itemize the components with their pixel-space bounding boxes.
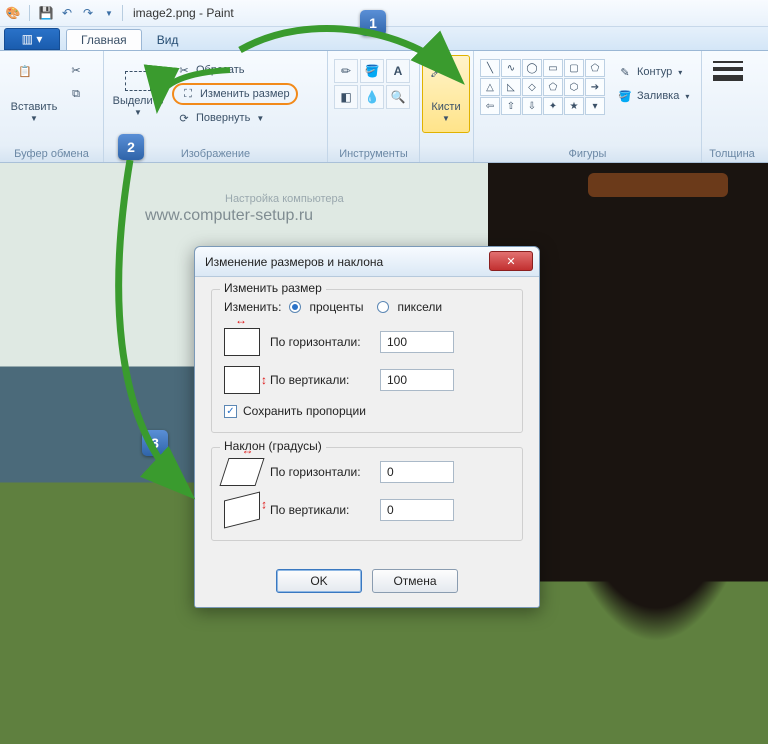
skew-h-input[interactable]: 0 xyxy=(380,461,454,483)
select-icon xyxy=(125,71,151,91)
resize-v-icon xyxy=(224,366,260,394)
shape-rect[interactable]: ▭ xyxy=(543,59,563,77)
shape-line[interactable]: ╲ xyxy=(480,59,500,77)
quick-access-toolbar: 🎨 💾 ↶ ↷ ▼ xyxy=(4,4,118,22)
group-brushes: 🖌 Кисти ▼ xyxy=(420,51,474,162)
resize-v-input[interactable]: 100 xyxy=(380,369,454,391)
radio-pixels-label: пиксели xyxy=(397,300,442,314)
select-button[interactable]: Выделить ▼ xyxy=(110,55,166,133)
dialog-titlebar[interactable]: Изменение размеров и наклона ✕ xyxy=(195,247,539,277)
crop-icon: ✂ xyxy=(176,62,192,78)
callout-1: 1 xyxy=(360,10,386,36)
outline-icon: ✎ xyxy=(617,64,633,80)
qat-dropdown-icon[interactable]: ▼ xyxy=(100,4,118,22)
shape-star5[interactable]: ★ xyxy=(564,97,584,115)
crop-button[interactable]: ✂Обрезать xyxy=(172,59,298,81)
shape-fill-button[interactable]: 🪣Заливка▾ xyxy=(613,85,693,107)
resize-dialog: Изменение размеров и наклона ✕ Изменить … xyxy=(194,246,540,608)
cut-button[interactable]: ✂ xyxy=(64,59,88,81)
copy-button[interactable]: ⧉ xyxy=(64,83,88,105)
redo-icon[interactable]: ↷ xyxy=(79,4,97,22)
rotate-icon: ⟳ xyxy=(176,110,192,126)
size-button[interactable] xyxy=(708,55,748,81)
zoom-tool[interactable]: 🔍 xyxy=(386,85,410,109)
skew-v-label: По вертикали: xyxy=(270,503,370,517)
callout-3: 3 xyxy=(142,430,168,456)
tab-home[interactable]: Главная xyxy=(66,29,142,50)
close-button[interactable]: ✕ xyxy=(489,251,533,271)
shape-more[interactable]: ▾ xyxy=(585,97,605,115)
cancel-button[interactable]: Отмена xyxy=(372,569,458,593)
window-title: image2.png - Paint xyxy=(133,6,234,20)
rotate-button[interactable]: ⟳Повернуть▼ xyxy=(172,107,298,129)
skew-v-input[interactable]: 0 xyxy=(380,499,454,521)
close-icon: ✕ xyxy=(506,255,515,268)
scissors-icon: ✂ xyxy=(68,62,84,78)
text-tool[interactable]: A xyxy=(386,59,410,83)
group-size: Толщина xyxy=(702,51,762,162)
shape-polygon[interactable]: ⬠ xyxy=(585,59,605,77)
pencil-tool[interactable]: ✏ xyxy=(334,59,358,83)
resize-legend: Изменить размер xyxy=(220,281,326,295)
brushes-button[interactable]: 🖌 Кисти ▼ xyxy=(422,55,470,133)
watermark-line2: www.computer-setup.ru xyxy=(145,207,313,225)
picker-tool[interactable]: 💧 xyxy=(360,85,384,109)
shape-arrow4[interactable]: ⇩ xyxy=(522,97,542,115)
copy-icon: ⧉ xyxy=(68,86,84,102)
ribbon: 📋 Вставить ▼ ✂ ⧉ Буфер обмена Выделить ▼… xyxy=(0,51,768,163)
fill-icon: 🪣 xyxy=(617,88,633,104)
fill-tool[interactable]: 🪣 xyxy=(360,59,384,83)
radio-percent-label: проценты xyxy=(309,300,363,314)
resize-v-label: По вертикали: xyxy=(270,373,370,387)
shape-curve[interactable]: ∿ xyxy=(501,59,521,77)
aspect-label: Сохранить пропорции xyxy=(243,404,366,418)
skew-h-icon xyxy=(219,458,264,486)
resize-h-input[interactable]: 100 xyxy=(380,331,454,353)
group-clipboard: 📋 Вставить ▼ ✂ ⧉ Буфер обмена xyxy=(0,51,104,162)
radio-pixels[interactable] xyxy=(377,301,389,313)
shape-oval[interactable]: ◯ xyxy=(522,59,542,77)
clipboard-icon: 📋 xyxy=(18,65,50,97)
image-collar xyxy=(588,173,728,197)
shape-arrow[interactable]: ➔ xyxy=(585,78,605,96)
shape-roundrect[interactable]: ▢ xyxy=(564,59,584,77)
eraser-tool[interactable]: ◧ xyxy=(334,85,358,109)
group-shapes: ╲ ∿ ◯ ▭ ▢ ⬠ △ ◺ ◇ ⬠ ⬡ ➔ ⇦ ⇧ ⇩ ✦ ★ ▾ ✎Кон… xyxy=(474,51,702,162)
app-icon: 🎨 xyxy=(4,4,22,22)
tools-grid: ✏ 🪣 A ◧ 💧 🔍 xyxy=(334,59,410,109)
shape-diamond[interactable]: ◇ xyxy=(522,78,542,96)
file-menu-icon: ▥ ▾ xyxy=(22,32,43,46)
brush-icon: 🖌 xyxy=(430,65,462,97)
shape-rtri[interactable]: ◺ xyxy=(501,78,521,96)
watermark-line1: Настройка компьютера xyxy=(225,193,344,205)
paste-button[interactable]: 📋 Вставить ▼ xyxy=(6,55,62,133)
aspect-checkbox[interactable]: ✓ xyxy=(224,405,237,418)
resize-h-label: По горизонтали: xyxy=(270,335,370,349)
shape-pent[interactable]: ⬠ xyxy=(543,78,563,96)
skew-h-label: По горизонтали: xyxy=(270,465,370,479)
resize-icon: ⛶ xyxy=(180,86,196,102)
resize-fieldset: Изменить размер Изменить: проценты пиксе… xyxy=(211,289,523,433)
file-tab[interactable]: ▥ ▾ xyxy=(4,28,60,50)
shape-arrow3[interactable]: ⇧ xyxy=(501,97,521,115)
resize-button[interactable]: ⛶Изменить размер xyxy=(172,83,298,105)
tab-view[interactable]: Вид xyxy=(142,29,194,50)
shapes-gallery[interactable]: ╲ ∿ ◯ ▭ ▢ ⬠ △ ◺ ◇ ⬠ ⬡ ➔ ⇦ ⇧ ⇩ ✦ ★ ▾ xyxy=(480,59,605,115)
shape-hex[interactable]: ⬡ xyxy=(564,78,584,96)
save-icon[interactable]: 💾 xyxy=(37,4,55,22)
shape-arrow2[interactable]: ⇦ xyxy=(480,97,500,115)
skew-fieldset: Наклон (градусы) По горизонтали: 0 По ве… xyxy=(211,447,523,541)
undo-icon[interactable]: ↶ xyxy=(58,4,76,22)
radio-percent[interactable] xyxy=(289,301,301,313)
group-tools: ✏ 🪣 A ◧ 💧 🔍 Инструменты xyxy=(328,51,420,162)
resize-h-icon xyxy=(224,328,260,356)
shape-outline-button[interactable]: ✎Контур▾ xyxy=(613,61,693,83)
dialog-title: Изменение размеров и наклона xyxy=(205,255,383,269)
by-label: Изменить: xyxy=(224,300,281,314)
shape-tri[interactable]: △ xyxy=(480,78,500,96)
callout-2: 2 xyxy=(118,134,144,160)
shape-star4[interactable]: ✦ xyxy=(543,97,563,115)
skew-v-icon xyxy=(224,492,260,529)
ok-button[interactable]: OK xyxy=(276,569,362,593)
